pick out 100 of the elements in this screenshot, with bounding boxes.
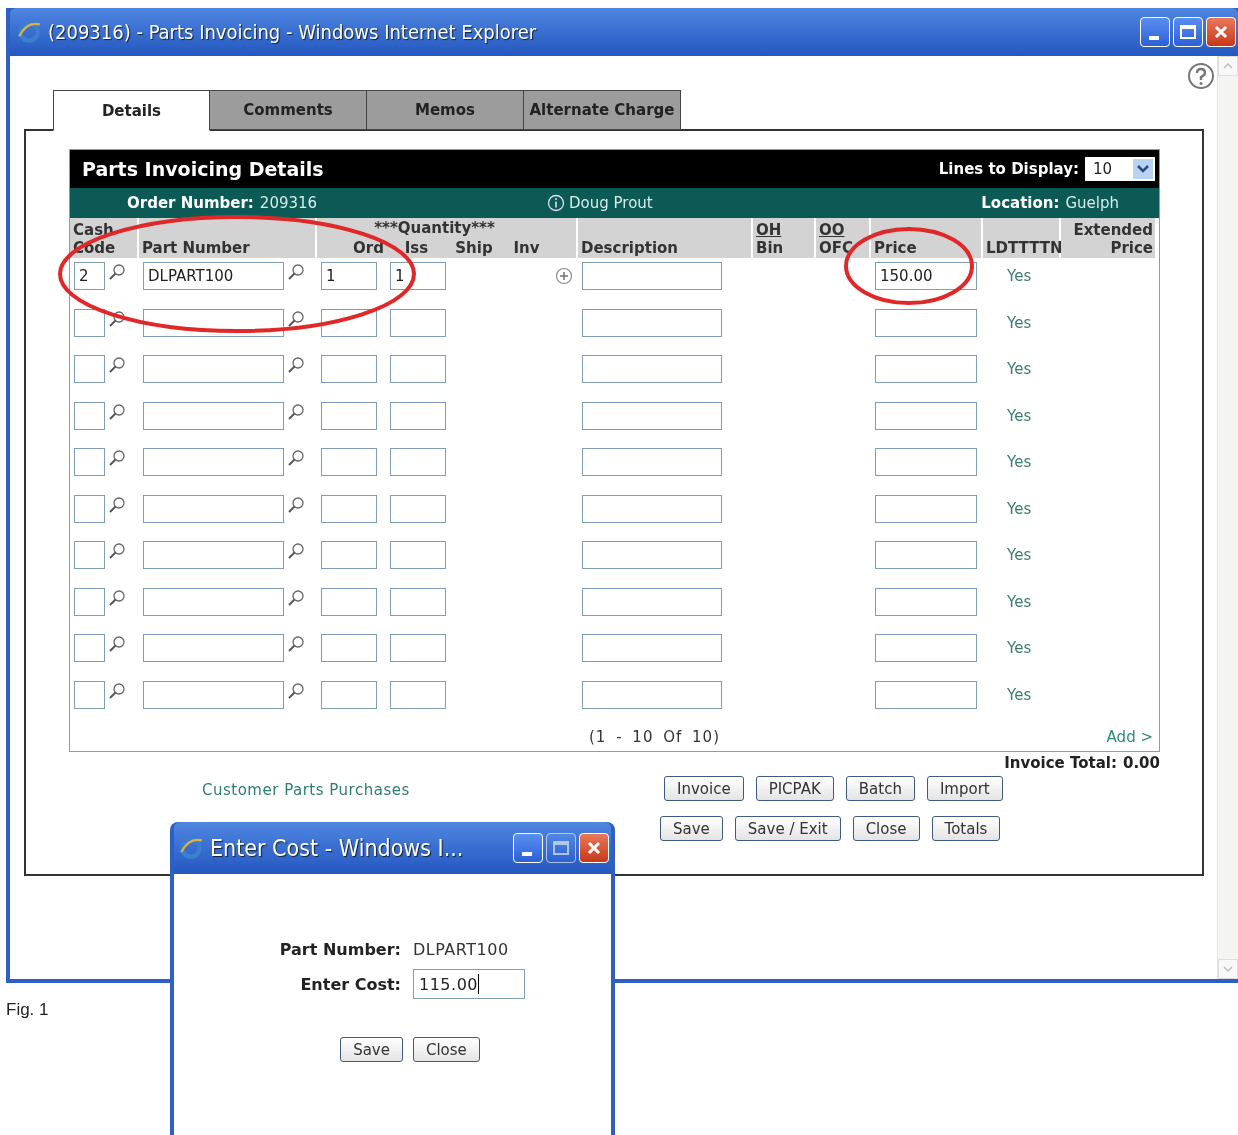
action-button[interactable]: PICPAK bbox=[755, 776, 834, 801]
part-number-field[interactable] bbox=[143, 634, 284, 662]
cash-code-field[interactable]: 2 bbox=[74, 262, 105, 290]
description-field[interactable] bbox=[582, 541, 722, 569]
search-icon[interactable] bbox=[286, 587, 306, 608]
ord-quantity-field[interactable] bbox=[321, 494, 377, 523]
price-field[interactable] bbox=[875, 448, 977, 476]
search-icon[interactable] bbox=[107, 262, 127, 282]
search-icon[interactable] bbox=[107, 401, 127, 422]
ord-quantity-field[interactable] bbox=[321, 680, 377, 709]
iss-quantity-field[interactable] bbox=[390, 401, 446, 430]
cash-code-field[interactable] bbox=[74, 355, 105, 383]
iss-quantity-field[interactable] bbox=[390, 634, 446, 662]
minimize-button[interactable] bbox=[513, 833, 543, 863]
maximize-button[interactable] bbox=[546, 833, 576, 863]
search-icon[interactable] bbox=[107, 587, 127, 608]
iss-quantity-field[interactable] bbox=[390, 541, 446, 569]
sort-link[interactable]: OO bbox=[819, 221, 845, 239]
search-icon[interactable] bbox=[107, 634, 127, 654]
dialog-button[interactable]: Close bbox=[412, 1037, 480, 1062]
add-icon[interactable] bbox=[555, 267, 573, 285]
description-field[interactable] bbox=[582, 308, 722, 337]
add-link[interactable]: Add > bbox=[1106, 728, 1153, 746]
cash-code-field[interactable] bbox=[74, 680, 105, 709]
price-field[interactable] bbox=[875, 308, 977, 337]
close-button[interactable] bbox=[1206, 17, 1236, 47]
part-number-field[interactable] bbox=[143, 541, 284, 569]
action-button[interactable]: Save / Exit bbox=[734, 816, 841, 841]
ord-quantity-field[interactable] bbox=[321, 634, 377, 662]
search-icon[interactable] bbox=[286, 355, 306, 375]
iss-quantity-field[interactable] bbox=[390, 448, 446, 476]
info-icon[interactable] bbox=[547, 194, 565, 212]
action-button[interactable]: Close bbox=[852, 816, 920, 841]
description-field[interactable] bbox=[582, 448, 722, 476]
search-icon[interactable] bbox=[286, 634, 306, 654]
close-button[interactable] bbox=[579, 833, 609, 863]
customer-parts-link[interactable]: Customer Parts Purchases bbox=[202, 781, 410, 799]
price-field[interactable] bbox=[875, 355, 977, 383]
iss-quantity-field[interactable] bbox=[390, 587, 446, 616]
price-field[interactable] bbox=[875, 680, 977, 709]
price-field[interactable] bbox=[875, 541, 977, 569]
dialog-button[interactable]: Save bbox=[340, 1037, 403, 1062]
price-field[interactable] bbox=[875, 494, 977, 523]
search-icon[interactable] bbox=[107, 541, 127, 561]
action-button[interactable]: Batch bbox=[845, 776, 915, 801]
price-field[interactable] bbox=[875, 401, 977, 430]
search-icon[interactable] bbox=[286, 401, 306, 422]
search-icon[interactable] bbox=[286, 448, 306, 468]
ord-quantity-field[interactable] bbox=[321, 401, 377, 430]
tab[interactable]: Details bbox=[53, 90, 210, 131]
description-field[interactable] bbox=[582, 355, 722, 383]
price-field[interactable]: 150.00 bbox=[875, 262, 977, 290]
ord-quantity-field[interactable]: 1 bbox=[321, 262, 377, 290]
action-button[interactable]: Totals bbox=[931, 816, 1001, 841]
cash-code-field[interactable] bbox=[74, 401, 105, 430]
part-number-field[interactable] bbox=[143, 587, 284, 616]
part-number-field[interactable] bbox=[143, 494, 284, 523]
part-number-field[interactable] bbox=[143, 355, 284, 383]
help-icon[interactable] bbox=[1187, 62, 1215, 90]
iss-quantity-field[interactable]: 1 bbox=[390, 262, 446, 290]
price-field[interactable] bbox=[875, 587, 977, 616]
search-icon[interactable] bbox=[107, 680, 127, 701]
search-icon[interactable] bbox=[286, 541, 306, 561]
sort-link[interactable]: OH bbox=[756, 221, 782, 239]
ord-quantity-field[interactable] bbox=[321, 541, 377, 569]
iss-quantity-field[interactable] bbox=[390, 494, 446, 523]
iss-quantity-field[interactable] bbox=[390, 680, 446, 709]
cash-code-field[interactable] bbox=[74, 308, 105, 337]
search-icon[interactable] bbox=[107, 355, 127, 375]
action-button[interactable]: Import bbox=[926, 776, 1003, 801]
iss-quantity-field[interactable] bbox=[390, 355, 446, 383]
cash-code-field[interactable] bbox=[74, 634, 105, 662]
description-field[interactable] bbox=[582, 634, 722, 662]
description-field[interactable] bbox=[582, 587, 722, 616]
ord-quantity-field[interactable] bbox=[321, 587, 377, 616]
search-icon[interactable] bbox=[107, 494, 127, 515]
minimize-button[interactable] bbox=[1140, 17, 1170, 47]
cash-code-field[interactable] bbox=[74, 448, 105, 476]
cash-code-field[interactable] bbox=[74, 541, 105, 569]
search-icon[interactable] bbox=[107, 308, 127, 329]
ord-quantity-field[interactable] bbox=[321, 448, 377, 476]
price-field[interactable] bbox=[875, 634, 977, 662]
part-number-field[interactable] bbox=[143, 401, 284, 430]
search-icon[interactable] bbox=[286, 308, 306, 329]
description-field[interactable] bbox=[582, 401, 722, 430]
description-field[interactable] bbox=[582, 680, 722, 709]
search-icon[interactable] bbox=[286, 262, 306, 282]
description-field[interactable] bbox=[582, 494, 722, 523]
cash-code-field[interactable] bbox=[74, 587, 105, 616]
tab[interactable]: Alternate Charge bbox=[524, 90, 681, 130]
part-number-field[interactable] bbox=[143, 680, 284, 709]
action-button[interactable]: Invoice bbox=[664, 776, 744, 801]
description-field[interactable] bbox=[582, 262, 722, 290]
tab[interactable]: Memos bbox=[367, 90, 524, 130]
action-button[interactable]: Save bbox=[660, 816, 723, 841]
search-icon[interactable] bbox=[286, 494, 306, 515]
cost-field[interactable]: 115.00 bbox=[413, 969, 525, 999]
part-number-field[interactable] bbox=[143, 448, 284, 476]
lines-select[interactable]: 10 bbox=[1085, 157, 1155, 181]
cash-code-field[interactable] bbox=[74, 494, 105, 523]
